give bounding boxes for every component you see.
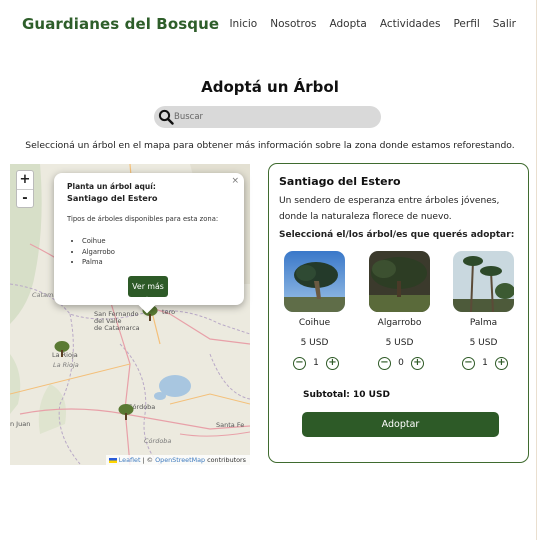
popup-label: Planta un árbol aquí: xyxy=(67,182,156,191)
plus-circle-icon[interactable]: + xyxy=(411,357,424,370)
subtotal: Subtotal: 10 USD xyxy=(303,390,390,400)
search-icon[interactable] xyxy=(158,109,174,125)
minus-circle-icon[interactable]: − xyxy=(378,357,391,370)
map-label-san-fernando: San Fernando del Valle de Catamarca xyxy=(94,310,140,332)
tree-marker-icon[interactable] xyxy=(53,340,71,358)
tree-price: 5 USD xyxy=(300,338,329,348)
search-bar xyxy=(154,106,381,128)
region-title: Santiago del Estero xyxy=(279,175,401,188)
quantity-value: 0 xyxy=(398,358,404,368)
tree-price: 5 USD xyxy=(385,338,414,348)
tree-marker-icon[interactable] xyxy=(117,403,135,421)
map-zoom-control: + - xyxy=(16,170,34,208)
osm-link[interactable]: OpenStreetMap xyxy=(155,456,205,464)
tree-photo-algarrobo[interactable] xyxy=(369,251,430,312)
popup-place: Santiago del Estero xyxy=(67,193,158,203)
attribution-suffix: contributors xyxy=(205,456,246,464)
map-label-estero: tero xyxy=(162,308,176,316)
tree-name: Coihue xyxy=(298,318,331,328)
nav-nosotros[interactable]: Nosotros xyxy=(270,18,316,30)
attribution-separator: | © xyxy=(140,456,156,464)
region-description: Un sendero de esperanza entre árboles jó… xyxy=(279,196,500,222)
adoption-panel: Santiago del Estero Un sendero de espera… xyxy=(268,163,529,463)
top-header: Guardianes del Bosque Inicio Nosotros Ad… xyxy=(0,0,540,50)
nav-actividades[interactable]: Actividades xyxy=(380,18,441,30)
close-icon[interactable]: × xyxy=(231,176,239,186)
ver-mas-button[interactable]: Ver más xyxy=(128,276,168,297)
tree-card-algarrobo: Algarrobo 5 USD − 0 + xyxy=(369,251,433,370)
quantity-stepper: − 0 + xyxy=(378,357,424,371)
intro-text: Seleccioná un árbol en el mapa para obte… xyxy=(25,140,515,151)
ukraine-flag-icon xyxy=(108,457,117,463)
minus-circle-icon[interactable]: − xyxy=(462,357,475,370)
map-popup: × Planta un árbol aquí: Santiago del Est… xyxy=(54,173,244,314)
leaflet-link[interactable]: Leaflet xyxy=(119,456,141,464)
plus-circle-icon[interactable]: + xyxy=(495,357,508,370)
tree-name: Algarrobo xyxy=(377,318,422,328)
tree-card-palma: Palma 5 USD − 1 + xyxy=(453,251,517,370)
plus-circle-icon[interactable]: + xyxy=(326,357,339,370)
quantity-stepper: − 1 + xyxy=(293,357,339,371)
brand-logo-text[interactable]: Guardianes del Bosque xyxy=(22,15,219,33)
choose-label: Seleccioná el/los árbol/es que querés ad… xyxy=(279,230,515,240)
quantity-value: 1 xyxy=(482,358,488,368)
tree-price: 5 USD xyxy=(469,338,498,348)
list-item: Coihue xyxy=(82,236,115,247)
nav-perfil[interactable]: Perfil xyxy=(453,18,479,30)
tree-photo-coihue[interactable] xyxy=(284,251,345,312)
tree-photo-palma[interactable] xyxy=(453,251,515,313)
map-label-san-juan: n Juan xyxy=(10,420,31,428)
nav-salir[interactable]: Salir xyxy=(493,18,516,30)
map-label-santa-fe: Santa Fe xyxy=(216,421,245,429)
map-attribution: Leaflet | © OpenStreetMap contributors xyxy=(105,455,250,465)
tree-name: Palma xyxy=(469,318,498,328)
zoom-in-button[interactable]: + xyxy=(17,171,33,189)
page-edge-divider xyxy=(536,0,537,540)
list-item: Palma xyxy=(82,257,115,268)
quantity-value: 1 xyxy=(313,358,319,368)
nav-inicio[interactable]: Inicio xyxy=(229,18,257,30)
map-label-la-rioja-province: La Rioja xyxy=(53,361,79,369)
popup-types-label: Tipos de árboles disponibles para esta z… xyxy=(67,215,219,223)
nav-adopta[interactable]: Adopta xyxy=(330,18,367,30)
popup-types-list: Coihue Algarrobo Palma xyxy=(82,236,115,268)
adopt-button[interactable]: Adoptar xyxy=(302,412,499,437)
main-nav: Inicio Nosotros Adopta Actividades Perfi… xyxy=(229,18,516,30)
map-label-cordoba-province: Córdoba xyxy=(144,437,172,445)
quantity-stepper: − 1 + xyxy=(462,357,508,371)
search-input[interactable] xyxy=(174,108,374,126)
zoom-out-button[interactable]: - xyxy=(17,189,33,207)
tree-card-coihue: Coihue 5 USD − 1 + xyxy=(284,251,348,370)
minus-circle-icon[interactable]: − xyxy=(293,357,306,370)
page-title: Adoptá un Árbol xyxy=(201,78,339,96)
list-item: Algarrobo xyxy=(82,247,115,258)
